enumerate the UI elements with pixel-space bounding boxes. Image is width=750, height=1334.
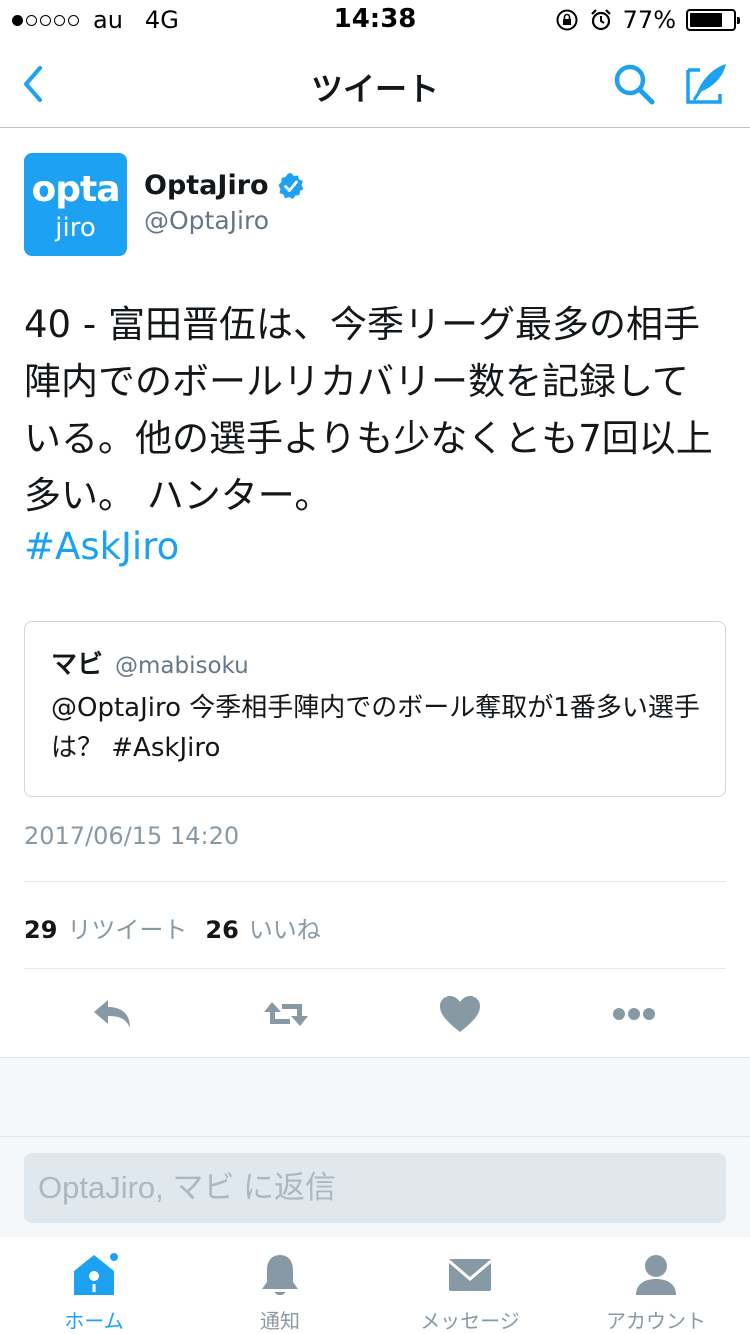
retweet-label[interactable]: リツイート: [67, 910, 187, 945]
avatar-logo-text: opta: [31, 169, 120, 210]
quoted-author-name: マビ: [51, 650, 104, 680]
content-footer-spacer: [0, 1057, 750, 1137]
nav-bar: ツイート: [0, 40, 750, 128]
quoted-tweet-header: マビ @mabisoku: [51, 644, 249, 681]
orientation-lock-icon: [556, 9, 578, 31]
compose-icon[interactable]: [684, 60, 730, 106]
person-icon: [636, 1255, 676, 1295]
battery-percent: 77%: [622, 6, 676, 34]
divider: [24, 881, 726, 882]
more-button[interactable]: [610, 990, 658, 1038]
notification-dot: [108, 1251, 120, 1263]
battery-level: [690, 13, 723, 27]
tweet-stats: 29 リツイート 26 いいね: [24, 910, 339, 945]
like-count[interactable]: 26: [205, 916, 238, 944]
like-label[interactable]: いいね: [249, 910, 321, 945]
retweet-button[interactable]: [262, 990, 310, 1038]
status-bar: au 4G 14:38 77%: [0, 0, 750, 40]
tab-messages[interactable]: メッセージ: [390, 1251, 550, 1334]
tab-account[interactable]: アカウント: [576, 1251, 736, 1334]
envelope-icon: [448, 1259, 492, 1291]
quoted-tweet-text: @OptaJiro 今季相手陣内でのボール奪取が1番多い選手は？ #AskJir…: [51, 693, 700, 763]
quoted-tweet[interactable]: マビ @mabisoku @OptaJiro 今季相手陣内でのボール奪取が1番多…: [24, 621, 726, 797]
tab-home-label: ホーム: [64, 1309, 124, 1333]
hashtag-link[interactable]: #AskJiro: [24, 525, 179, 568]
battery-icon: [686, 9, 740, 31]
heart-icon: [440, 996, 480, 1032]
tweet-actions: [0, 990, 750, 1038]
author-name: OptaJiro: [144, 170, 269, 201]
more-dots-icon: [613, 1008, 655, 1020]
alarm-icon: [590, 9, 611, 31]
tab-notifications-label: 通知: [260, 1309, 300, 1333]
tweet-timestamp: 2017/06/15 14:20: [24, 822, 240, 850]
tweet-text: 40 - 富田晋伍は、今季リーグ最多の相手陣内でのボールリカバリー数を記録してい…: [24, 303, 713, 517]
divider: [24, 968, 726, 969]
reply-icon: [94, 1000, 130, 1028]
avatar-logo-subtext: jiro: [55, 213, 96, 243]
verified-badge-icon: [278, 172, 304, 199]
tab-messages-label: メッセージ: [420, 1309, 520, 1333]
retweet-count[interactable]: 29: [24, 916, 57, 944]
tab-account-label: アカウント: [606, 1309, 706, 1333]
search-icon[interactable]: [612, 62, 656, 106]
status-bar-right: 77%: [555, 6, 740, 34]
like-button[interactable]: [436, 990, 484, 1038]
tab-bar: ホーム 通知 メッセージ アカウント: [0, 1237, 750, 1334]
tab-notifications[interactable]: 通知: [200, 1251, 360, 1334]
retweet-icon: [264, 1002, 308, 1026]
tab-home[interactable]: ホーム: [14, 1251, 174, 1334]
author-name-row[interactable]: OptaJiro: [144, 170, 305, 201]
reply-input[interactable]: [24, 1153, 726, 1223]
reply-bar: [0, 1137, 750, 1237]
bell-icon: [262, 1255, 298, 1295]
author-avatar[interactable]: opta jiro: [24, 153, 127, 256]
quoted-author-handle: @mabisoku: [115, 653, 249, 679]
author-handle[interactable]: @OptaJiro: [144, 206, 269, 235]
reply-button[interactable]: [88, 990, 136, 1038]
